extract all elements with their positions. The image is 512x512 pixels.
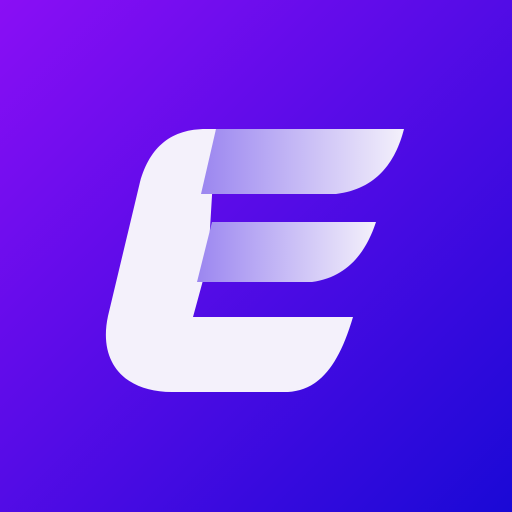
app-icon <box>0 0 512 512</box>
app-icon-graphic <box>0 0 512 512</box>
